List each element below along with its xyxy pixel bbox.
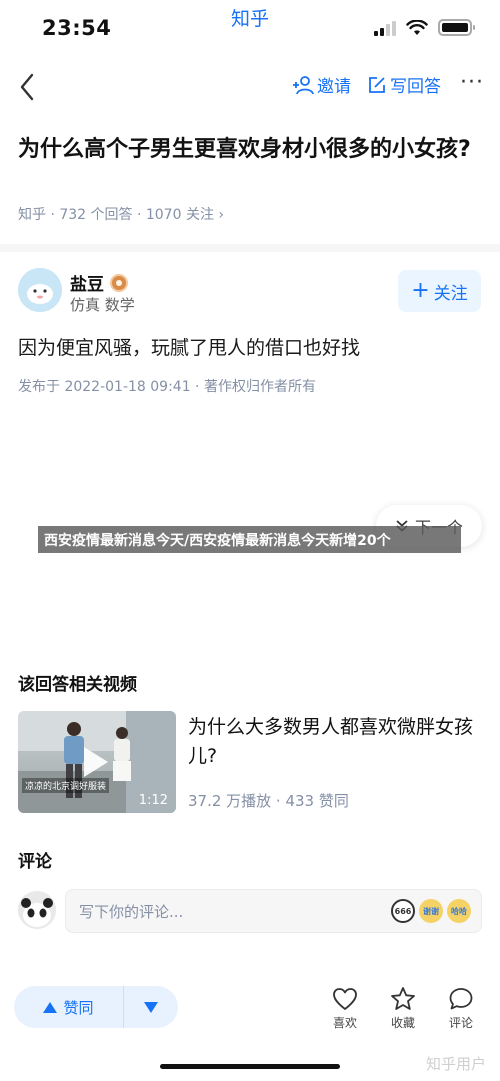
video-meta: 37.2 万播放 · 433 赞同 — [188, 792, 349, 810]
publish-info: 发布于 2022-01-18 09:41 · 著作权归作者所有 — [18, 379, 316, 395]
comments-title: 评论 — [18, 852, 52, 872]
question-meta[interactable]: 知乎 · 732 个回答 · 1070 关注 › — [18, 204, 224, 224]
status-indicators — [374, 19, 475, 36]
author-name-row[interactable]: 盐豆 — [70, 270, 128, 295]
star-icon — [391, 987, 415, 1010]
video-thumbnail[interactable]: 凉凉的北京调好服装 1:12 — [18, 711, 176, 813]
heart-icon — [333, 988, 357, 1010]
write-answer-label: 写回答 — [390, 77, 441, 97]
like-button[interactable]: 喜欢 — [325, 986, 365, 1031]
collect-label: 收藏 — [390, 1016, 415, 1030]
follow-button[interactable]: + 关注 — [398, 270, 481, 312]
related-video-title: 该回答相关视频 — [18, 675, 137, 695]
author-name[interactable]: 盐豆 — [70, 270, 104, 295]
add-user-icon — [293, 75, 314, 94]
wifi-icon — [406, 19, 428, 35]
answer-text: 因为便宜风骚，玩腻了甩人的借口也好找 — [18, 337, 361, 359]
signal-icon — [374, 20, 396, 36]
author-avatar[interactable] — [18, 268, 62, 312]
invite-label: 邀请 — [317, 77, 351, 97]
author-badge-icon — [110, 273, 128, 292]
emoji-haha-icon[interactable]: 哈哈 — [447, 899, 471, 923]
question-title[interactable]: 为什么高个子男生更喜欢身材小很多的小女孩? — [18, 134, 478, 165]
comment-placeholder: 写下你的评论... — [79, 902, 184, 921]
write-answer-button[interactable]: 写回答 — [368, 72, 441, 97]
plus-icon: + — [411, 278, 430, 303]
back-arrow-icon[interactable] — [14, 70, 42, 104]
home-indicator — [160, 1064, 340, 1069]
author-bio: 仿真 数学 — [70, 296, 135, 314]
upvote-label: 赞同 — [63, 998, 94, 1017]
like-label: 喜欢 — [332, 1016, 357, 1030]
more-icon[interactable]: ··· — [460, 70, 484, 95]
section-divider — [0, 244, 500, 252]
emoji-thanks-icon[interactable]: 谢谢 — [419, 899, 443, 923]
vote-control: 赞同 — [14, 986, 178, 1028]
battery-icon — [438, 19, 475, 36]
emoji-666-icon[interactable]: 666 — [391, 899, 415, 923]
follow-label: 关注 — [433, 283, 468, 304]
downvote-arrow-icon — [144, 1001, 158, 1013]
video-duration: 1:12 — [138, 793, 168, 808]
collect-button[interactable]: 收藏 — [383, 986, 423, 1031]
upvote-arrow-icon — [43, 1001, 58, 1013]
user-avatar[interactable] — [18, 891, 56, 929]
headline-banner: 西安疫情最新消息今天/西安疫情最新消息今天新增20个 — [38, 526, 461, 553]
edit-icon — [369, 76, 385, 93]
avatar-image — [18, 268, 62, 312]
video-title[interactable]: 为什么大多数男人都喜欢微胖女孩儿? — [188, 713, 480, 771]
downvote-button[interactable] — [124, 986, 178, 1028]
comment-bubble-icon — [449, 988, 473, 1010]
comment-label: 评论 — [448, 1016, 473, 1030]
watermark: 知乎用户 — [425, 1055, 486, 1073]
upvote-button[interactable]: 赞同 — [14, 986, 124, 1028]
panda-avatar-image — [18, 891, 56, 929]
invite-button[interactable]: 邀请 — [292, 72, 351, 97]
play-icon[interactable] — [84, 747, 108, 777]
video-caption: 凉凉的北京调好服装 — [22, 778, 110, 793]
comment-button[interactable]: 评论 — [441, 986, 481, 1031]
